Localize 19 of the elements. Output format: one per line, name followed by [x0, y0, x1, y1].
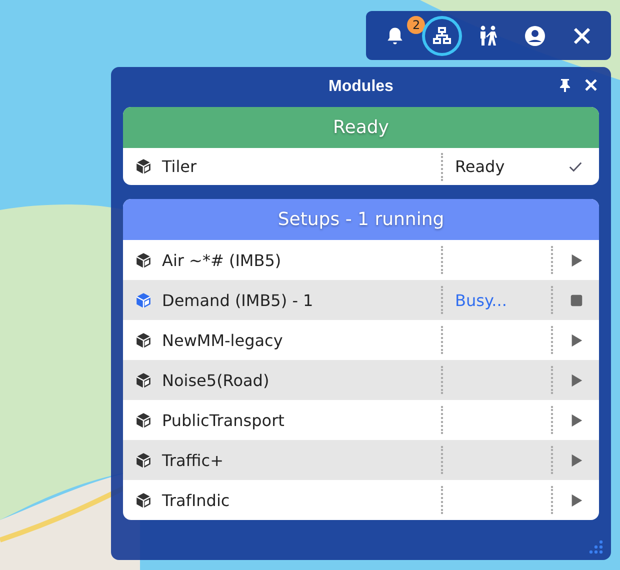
close-icon[interactable]: [583, 77, 599, 93]
module-status: Ready: [455, 157, 505, 176]
module-name: NewMM-legacy: [162, 330, 284, 350]
account-icon[interactable]: [523, 24, 548, 48]
module-name: TrafIndic: [162, 490, 231, 510]
notification-count: 2: [407, 16, 426, 34]
module-status: Busy...: [455, 290, 507, 310]
stop-icon[interactable]: [568, 292, 584, 308]
group-header: Ready: [123, 107, 599, 148]
module-name: PublicTransport: [162, 410, 286, 430]
panel-title: Modules: [328, 78, 394, 96]
module-name: Noise5(Road): [162, 370, 270, 390]
module-name: Demand (IMB5) - 1: [162, 290, 314, 310]
resize-grip-icon[interactable]: [589, 540, 603, 554]
group-header: Setups - 1 running: [123, 199, 599, 240]
module-name: Air ~*# (IMB5): [162, 250, 282, 270]
module-name: Tiler: [162, 157, 198, 176]
module-name: Traffic+: [162, 450, 224, 470]
pin-icon[interactable]: [557, 77, 573, 93]
